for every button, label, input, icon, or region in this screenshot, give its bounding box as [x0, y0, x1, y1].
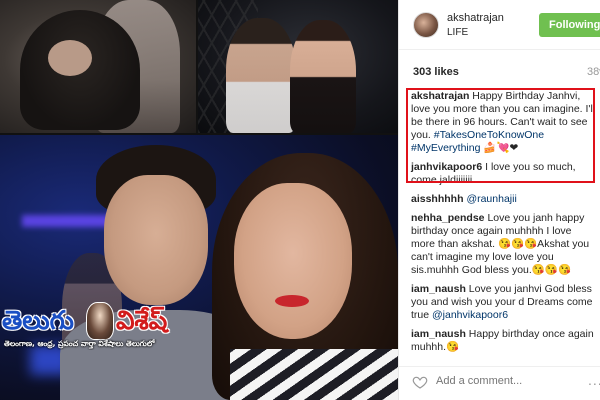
post-header: akshatrajan LIFE Following [399, 0, 600, 50]
photo-kiss [198, 0, 398, 133]
photo-figure [226, 18, 296, 133]
comment-mention[interactable]: @raunhajii [466, 193, 516, 205]
avatar[interactable] [413, 12, 439, 38]
comment-username[interactable]: aisshhhhh [411, 193, 464, 205]
likes-count[interactable]: 303 likes [413, 66, 459, 78]
photo-face [234, 183, 352, 339]
post-time[interactable]: 38w [587, 66, 600, 78]
comment-item: aisshhhhh @raunhajii [411, 193, 597, 206]
comment-username[interactable]: janhvikapoor6 [411, 161, 482, 173]
heart-icon[interactable] [412, 374, 428, 390]
comment-list: akshatrajan Happy Birthday Janhvi, love … [411, 90, 597, 360]
photo-figure [290, 20, 356, 133]
watermark-emblem-icon [86, 302, 114, 340]
watermark-logo: తెలుగు విశేష్ తెలంగాణ, ఆంధ్ర, ప్రపంచ వార… [0, 302, 200, 362]
post-sidebar: akshatrajan LIFE Following 303 likes 38w… [398, 0, 600, 400]
watermark-word-telugu: తెలుగు [2, 306, 74, 336]
photo-face [104, 175, 208, 305]
comment-item: nehha_pendse Love you janh happy birthda… [411, 212, 597, 277]
post-username[interactable]: akshatrajan [447, 12, 504, 24]
comment-emoji: 🍰💘❤ [480, 142, 519, 154]
photo-striped-top [230, 349, 398, 400]
divider [398, 366, 600, 367]
post-image[interactable]: తెలుగు విశేష్ తెలంగాణ, ఆంధ్ర, ప్రపంచ వార… [0, 0, 398, 400]
photo-face [48, 40, 92, 76]
photo-lips [275, 295, 309, 307]
comment-mention[interactable]: @janhvikapoor6 [432, 309, 508, 321]
comment-item: iam_naush Love you janhvi God bless you … [411, 283, 597, 322]
add-comment-input[interactable] [436, 375, 586, 387]
comment-username[interactable]: iam_naush [411, 328, 466, 340]
comment-username[interactable]: nehha_pendse [411, 212, 485, 224]
photo-hug [0, 0, 196, 133]
watermark-word-vishesh: విశేష్ [116, 306, 168, 336]
comment-item: akshatrajan Happy Birthday Janhvi, love … [411, 90, 597, 155]
post-location[interactable]: LIFE [447, 27, 468, 38]
following-button[interactable]: Following [539, 13, 600, 37]
watermark-tagline: తెలంగాణ, ఆంధ్ర, ప్రపంచ వార్తా విశేషాలు త… [4, 339, 155, 348]
comment-username[interactable]: iam_naush [411, 283, 466, 295]
comment-item: iam_naush Happy birthday once again muhh… [411, 328, 597, 354]
comment-username[interactable]: akshatrajan [411, 90, 469, 102]
more-options-icon[interactable]: ... [588, 372, 600, 388]
comment-item: janhvikapoor6 I love you so much, come j… [411, 161, 597, 187]
